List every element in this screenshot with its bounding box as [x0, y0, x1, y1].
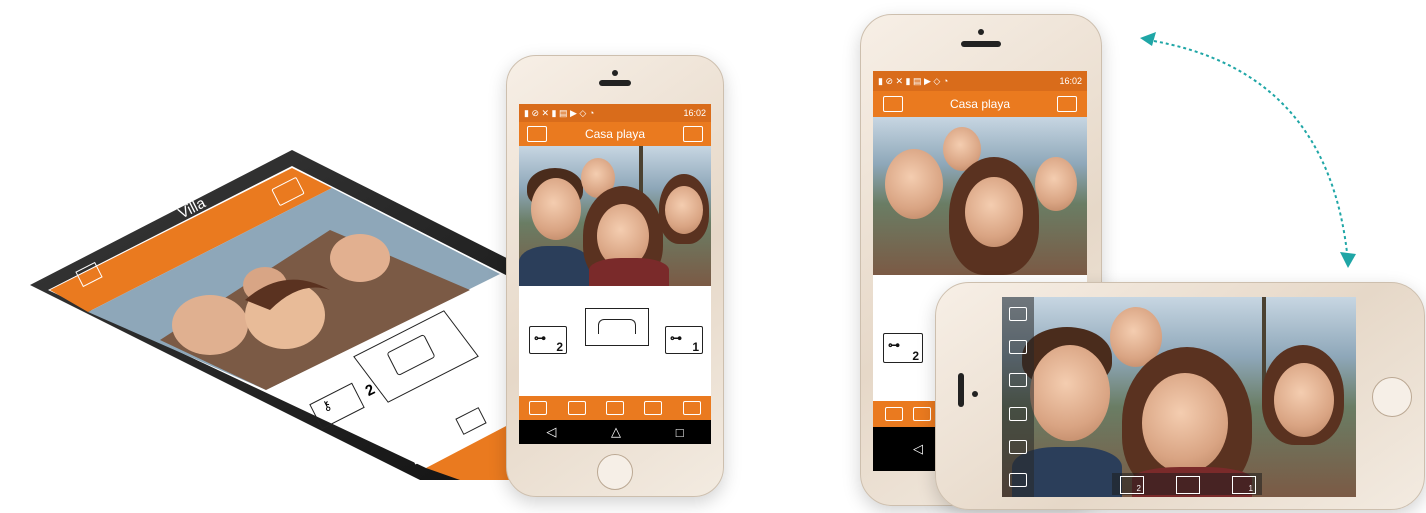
key-2-button[interactable]: 2	[1120, 476, 1144, 494]
nav-recent-button[interactable]: □	[676, 425, 684, 440]
key-icon: ⊶	[670, 331, 682, 345]
camera-icon[interactable]	[683, 126, 703, 142]
status-time: 16:02	[683, 108, 706, 118]
rotation-arrow-head-bottom	[1340, 252, 1356, 268]
key-2-button[interactable]: ⊶ 2	[529, 326, 567, 354]
person-1-face	[1030, 345, 1110, 441]
status-bar: ▮ ⊘ ✕ ▮ ▤ ▶ ◇ ◔ 16:02	[519, 104, 711, 122]
mute-icon[interactable]	[885, 407, 903, 421]
app-header: Casa playa	[519, 122, 711, 146]
snapshot-icon[interactable]	[605, 401, 624, 415]
status-time: 16:02	[1059, 76, 1082, 86]
camera-dot	[612, 70, 618, 76]
video-icon[interactable]	[567, 401, 586, 415]
header-title: Casa playa	[949, 97, 1011, 111]
mute-icon[interactable]	[1009, 473, 1027, 488]
back-icon[interactable]	[527, 126, 547, 142]
person-4-face	[665, 186, 703, 234]
phone-landscape: 2 1	[935, 282, 1425, 510]
answer-call-icon[interactable]	[1176, 476, 1200, 494]
person-1-shirt	[519, 246, 589, 286]
earpiece	[961, 41, 1001, 47]
video-feed	[519, 146, 711, 286]
video-icon[interactable]	[913, 407, 931, 421]
key-1-number: 1	[692, 340, 699, 354]
person-4-face	[1035, 157, 1077, 211]
key-1-button[interactable]: ⊶ 1	[665, 326, 703, 354]
snapshot-icon[interactable]	[1009, 406, 1027, 421]
phone-portrait: ▮ ⊘ ✕ ▮ ▤ ▶ ◇ ◔ 16:02 Casa playa ⊶ 2 ⊶ 1…	[506, 55, 724, 497]
side-toolbar	[1002, 297, 1034, 497]
home-button[interactable]	[597, 454, 633, 490]
rotation-arrow	[1140, 32, 1356, 268]
person-4-face	[1274, 363, 1334, 437]
nav-home-button[interactable]: △	[611, 424, 621, 440]
menu-icon[interactable]	[644, 401, 663, 415]
back-icon[interactable]	[883, 96, 903, 112]
bottom-overlay-bar: 2 1	[1112, 473, 1262, 495]
key-1-number: 1	[1248, 484, 1253, 493]
phone-landscape-screen: 2 1	[1002, 297, 1356, 497]
rotation-arrow-curve	[1147, 39, 1349, 263]
handset-icon	[598, 319, 636, 334]
video-icon[interactable]	[1009, 439, 1027, 454]
exit-icon[interactable]	[682, 401, 701, 415]
status-bar: ▮ ⊘ ✕ ▮ ▤ ▶ ◇ ◔ 16:02	[873, 71, 1087, 91]
key-icon: ⊶	[534, 331, 546, 345]
camera-icon[interactable]	[1057, 96, 1077, 112]
answer-call-button[interactable]	[585, 308, 649, 346]
key-2-number: 2	[556, 340, 563, 354]
mute-icon[interactable]	[529, 401, 548, 415]
menu-icon[interactable]	[1009, 339, 1027, 354]
key-2-number: 2	[912, 349, 919, 363]
rotation-arrow-head-top	[1140, 32, 1156, 46]
video-feed	[1002, 297, 1356, 497]
key-1-button[interactable]: 1	[1232, 476, 1256, 494]
back-icon[interactable]	[1009, 306, 1027, 321]
action-bar	[519, 396, 711, 420]
key-2-button[interactable]: ⊶ 2	[883, 333, 923, 363]
person-3-face	[1142, 373, 1228, 473]
switch-camera-icon[interactable]	[1009, 373, 1027, 388]
app-header: Casa playa	[873, 91, 1087, 117]
camera-dot	[978, 29, 984, 35]
person-1-face	[885, 149, 943, 219]
earpiece	[599, 80, 631, 86]
key-2-number: 2	[1136, 484, 1141, 493]
key-icon: ⊶	[888, 338, 900, 352]
phone-portrait-screen: ▮ ⊘ ✕ ▮ ▤ ▶ ◇ ◔ 16:02 Casa playa ⊶ 2 ⊶ 1…	[519, 104, 711, 444]
status-icons: ▮ ⊘ ✕ ▮ ▤ ▶ ◇ ◔	[524, 107, 595, 118]
nav-back-button[interactable]: ◁	[546, 424, 556, 440]
person-3-scarf	[589, 258, 669, 286]
home-button[interactable]	[1372, 377, 1412, 417]
camera-dot	[972, 391, 978, 397]
earpiece	[958, 373, 964, 407]
status-icons: ▮ ⊘ ✕ ▮ ▤ ▶ ◇ ◔	[878, 75, 949, 86]
android-nav-bar: ◁ △ □	[519, 420, 711, 444]
header-title: Casa playa	[584, 127, 646, 141]
nav-back-button[interactable]: ◁	[913, 441, 923, 457]
person-3-face	[965, 177, 1023, 247]
video-feed	[873, 117, 1087, 275]
person-1-face	[531, 178, 581, 240]
controls-area: ⊶ 2 ⊶ 1	[519, 286, 711, 396]
